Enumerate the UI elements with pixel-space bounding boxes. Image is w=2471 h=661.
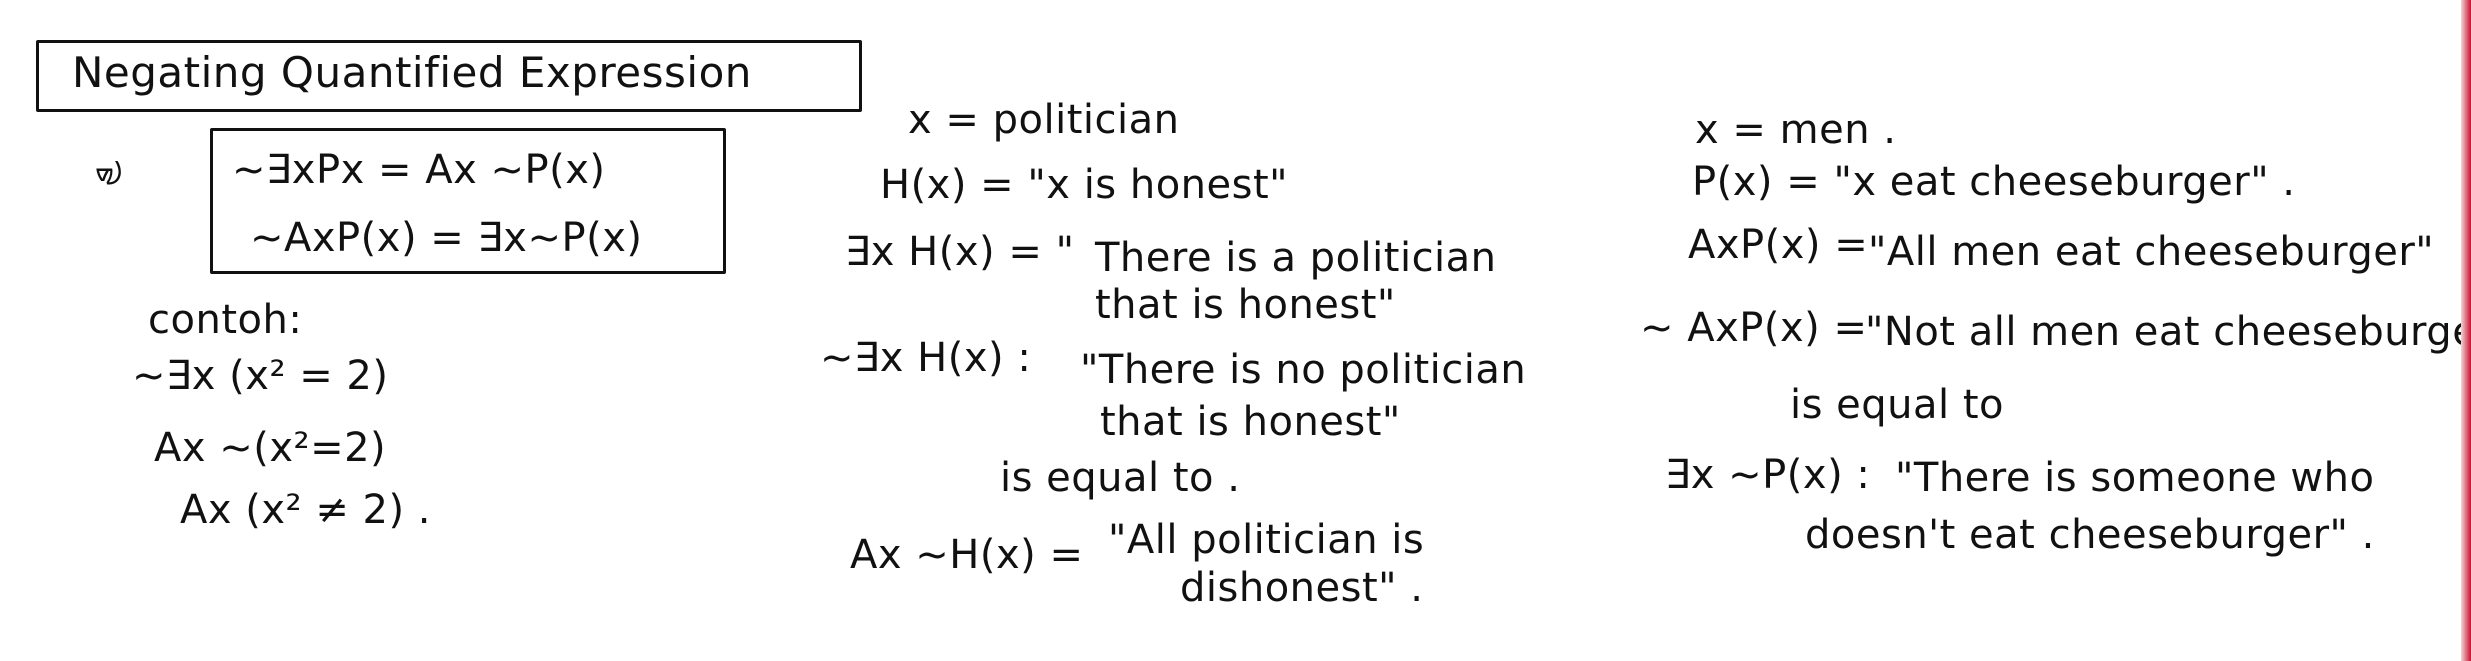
right-exists-2: doesn't eat cheeseburger" . — [1805, 512, 2375, 558]
right-exists-1: "There is someone who — [1895, 455, 2375, 501]
mid-exists-1: There is a politician — [1095, 235, 1497, 281]
contoh-line-1: ~∃x (x² = 2) — [132, 353, 389, 399]
right-all-text: "All men eat cheeseburger" — [1868, 229, 2435, 275]
right-all-lhs: AxP(x) = — [1688, 222, 1869, 268]
right-neg-text: "Not all men eat cheeseburger" — [1865, 309, 2471, 355]
mid-all-1: "All politician is — [1108, 517, 1425, 563]
right-x-def: x = men . — [1695, 107, 1897, 153]
box-line-1: ~∃xPx = Ax ~P(x) — [232, 147, 606, 193]
contoh-line-3: Ax (x² ≠ 2) . — [180, 487, 431, 533]
margin-mark: ᢦᢧ — [95, 155, 123, 190]
mid-exists-lhs: ∃x H(x) = " — [845, 229, 1075, 275]
mid-equal: is equal to . — [1000, 455, 1241, 501]
mid-neg-lhs: ~∃x H(x) : — [820, 335, 1032, 381]
contoh-label: contoh: — [148, 297, 303, 343]
mid-x-def: x = politician — [908, 97, 1180, 143]
mid-h-def: H(x) = "x is honest" — [880, 162, 1289, 208]
right-edge-red-stripe — [2461, 0, 2471, 661]
mid-neg-1: "There is no politician — [1080, 347, 1527, 393]
right-p-def: P(x) = "x eat cheeseburger" . — [1692, 159, 2296, 205]
contoh-line-2: Ax ~(x²=2) — [154, 425, 387, 471]
mid-neg-2: that is honest" — [1100, 399, 1401, 445]
right-equal: is equal to — [1790, 382, 2005, 428]
mid-all-2: dishonest" . — [1180, 565, 1424, 611]
mid-exists-2: that is honest" — [1095, 282, 1396, 328]
right-neg-lhs: ~ AxP(x) = — [1640, 305, 1868, 351]
right-exists-lhs: ∃x ~P(x) : — [1665, 452, 1871, 498]
mid-all-lhs: Ax ~H(x) = — [850, 532, 1084, 578]
box-line-2: ~AxP(x) = ∃x~P(x) — [250, 215, 643, 261]
page-title: Negating Quantified Expression — [72, 48, 752, 97]
